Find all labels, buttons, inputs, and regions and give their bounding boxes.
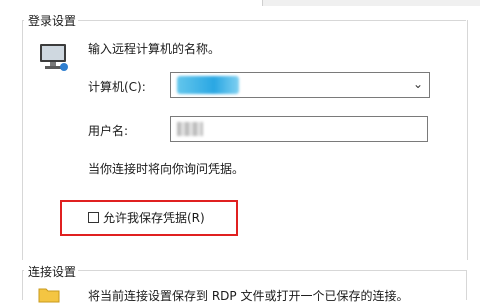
monitor-icon (40, 44, 68, 71)
computer-label: 计算机(C): (88, 80, 146, 94)
group-border (76, 20, 466, 21)
group-border (22, 270, 23, 300)
redacted-computer-name (177, 76, 239, 94)
tab-general[interactable] (0, 0, 263, 6)
login-settings-title: 登录设置 (26, 12, 79, 29)
redacted-username (177, 122, 203, 136)
username-field[interactable] (170, 116, 428, 142)
computer-combobox[interactable]: ⌄ (170, 72, 430, 98)
group-border (22, 20, 24, 21)
username-label: 用户名: (88, 124, 129, 138)
save-credentials-option[interactable]: 允许我保存凭据(R) (88, 209, 205, 226)
credentials-hint: 当你连接时将向你询问凭据。 (88, 162, 245, 176)
group-border (76, 270, 466, 271)
folder-icon (38, 288, 60, 303)
connection-settings-description: 将当前连接设置保存到 RDP 文件或打开一个已保存的连接。 (88, 289, 409, 303)
connection-settings-title: 连接设置 (26, 263, 79, 280)
computer-name-prompt: 输入远程计算机的名称。 (88, 42, 221, 56)
save-credentials-label[interactable]: 允许我保存凭据(R) (103, 209, 205, 226)
save-credentials-checkbox[interactable] (88, 212, 99, 223)
group-border (466, 270, 467, 300)
chevron-down-icon[interactable]: ⌄ (413, 77, 423, 91)
